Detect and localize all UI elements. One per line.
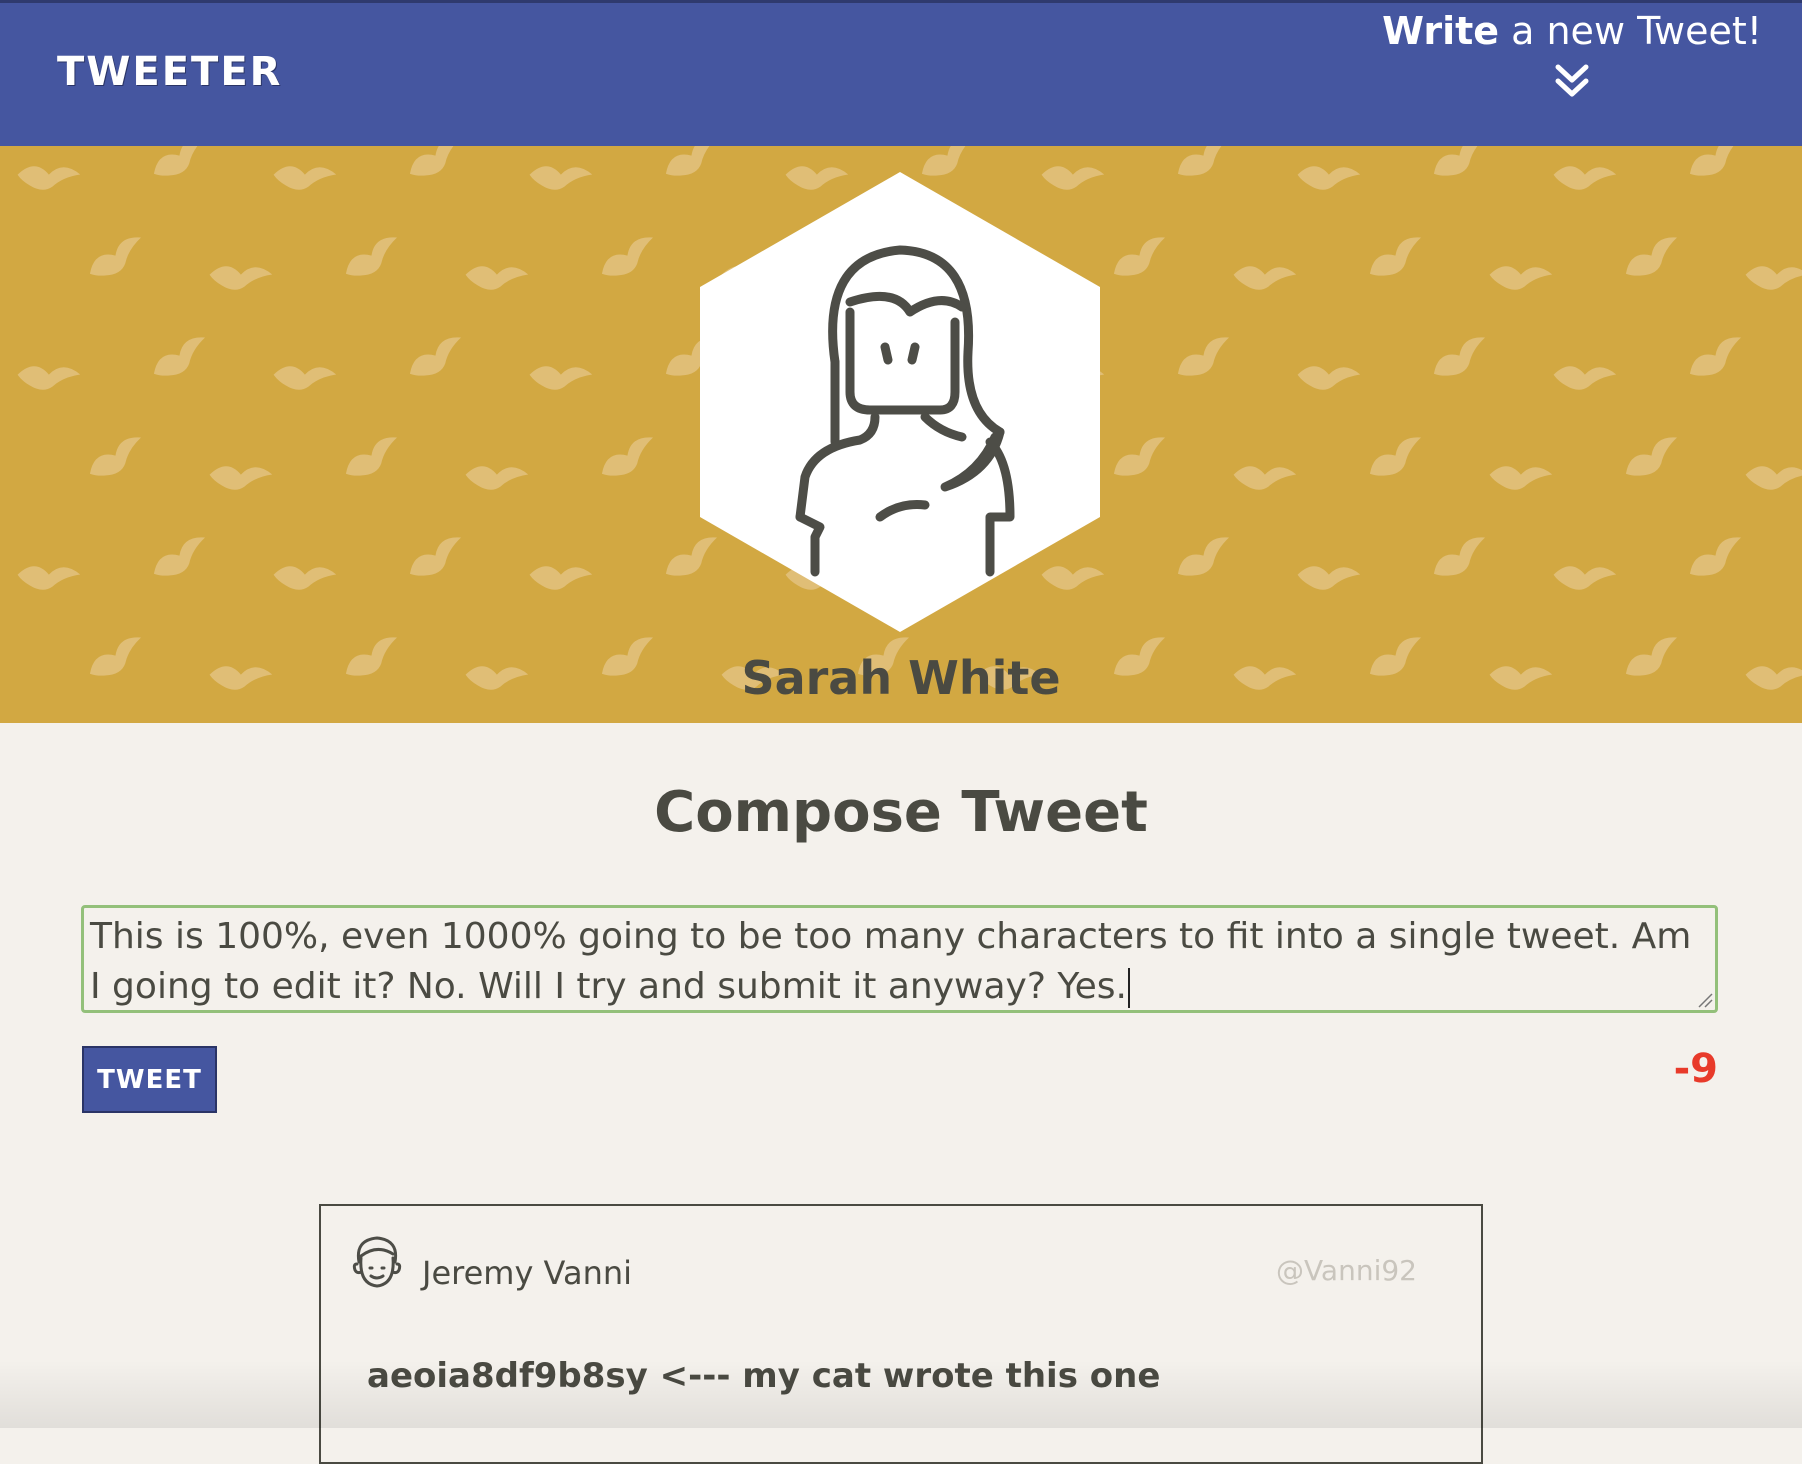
bird-pattern-mark [1107,233,1175,284]
bird-pattern-mark [1171,146,1239,184]
bird-pattern-mark [463,259,529,296]
bird-pattern-mark [403,333,471,384]
bird-pattern-mark [1551,359,1617,396]
woman-avatar-icon [700,172,1100,632]
bird-pattern-mark [271,159,337,196]
tweet-textarea-text: This is 100%, even 1000% going to be too… [90,916,1692,1007]
write-bold-text: Write [1382,9,1500,53]
tweet-button[interactable]: TWEET [82,1046,217,1113]
bird-pattern-mark [1619,233,1687,284]
resize-handle-icon[interactable] [1697,992,1713,1008]
bird-pattern-mark [15,559,81,596]
bird-pattern-mark [1363,233,1431,284]
bird-pattern-mark [1427,533,1495,584]
double-chevron-down-icon[interactable] [1552,61,1592,101]
bird-pattern-mark [1619,433,1687,484]
bird-pattern-mark [271,359,337,396]
write-rest-text: a new Tweet! [1499,9,1762,53]
text-caret [1127,968,1130,1008]
bird-pattern-mark [1231,259,1297,296]
bird-pattern-mark [207,259,273,296]
bird-pattern-mark [1427,333,1495,384]
bird-pattern-mark [1295,159,1361,196]
compose-title: Compose Tweet [654,780,1148,845]
bird-pattern-mark [1427,146,1495,184]
brand-logo[interactable]: TWEETER [57,49,282,95]
tweet-author-name: Jeremy Vanni [422,1254,633,1292]
bird-pattern-mark [1683,146,1751,184]
bird-pattern-mark [463,459,529,496]
bird-pattern-mark [403,146,471,184]
bird-pattern-mark [1743,259,1802,296]
bird-pattern-mark [207,459,273,496]
bird-pattern-mark [339,433,407,484]
tweet-card: Jeremy Vanni @Vanni92 aeoia8df9b8sy <---… [319,1204,1483,1464]
bird-pattern-mark [1295,559,1361,596]
write-new-tweet-label[interactable]: Write a new Tweet! [1382,9,1762,53]
bird-pattern-mark [1363,433,1431,484]
bird-pattern-mark [1171,333,1239,384]
bird-pattern-mark [15,159,81,196]
bird-pattern-mark [1487,259,1553,296]
bird-pattern-mark [15,359,81,396]
bird-pattern-mark [595,233,663,284]
bird-pattern-mark [1295,359,1361,396]
bird-pattern-mark [147,333,215,384]
bird-pattern-mark [83,233,151,284]
bird-pattern-mark [147,146,215,184]
bird-pattern-mark [339,233,407,284]
profile-name: Sarah White [741,651,1061,705]
bird-pattern-mark [527,159,593,196]
bird-pattern-mark [1487,459,1553,496]
tweet-body-text: aeoia8df9b8sy <--- my cat wrote this one [367,1356,1161,1396]
bird-pattern-mark [271,559,337,596]
man-avatar-icon [352,1236,402,1288]
character-counter: -9 [1673,1046,1718,1092]
bird-pattern-mark [1107,433,1175,484]
top-nav: TWEETER Write a new Tweet! [0,0,1802,146]
bird-pattern-mark [527,559,593,596]
bird-pattern-mark [147,533,215,584]
bird-pattern-mark [1171,533,1239,584]
bird-pattern-mark [1551,159,1617,196]
bird-pattern-mark [1683,333,1751,384]
bird-pattern-mark [403,533,471,584]
bird-pattern-mark [595,433,663,484]
bird-pattern-mark [1231,459,1297,496]
bird-pattern-mark [83,433,151,484]
profile-header: Sarah White [0,146,1802,723]
bird-pattern-mark [1683,533,1751,584]
bird-pattern-mark [527,359,593,396]
bird-pattern-mark [1743,459,1802,496]
tweet-author-handle: @Vanni92 [1275,1254,1417,1287]
bird-pattern-mark [1551,559,1617,596]
write-new-tweet-toggle[interactable]: Write a new Tweet! [1382,9,1762,101]
tweet-textarea[interactable]: This is 100%, even 1000% going to be too… [81,905,1718,1013]
